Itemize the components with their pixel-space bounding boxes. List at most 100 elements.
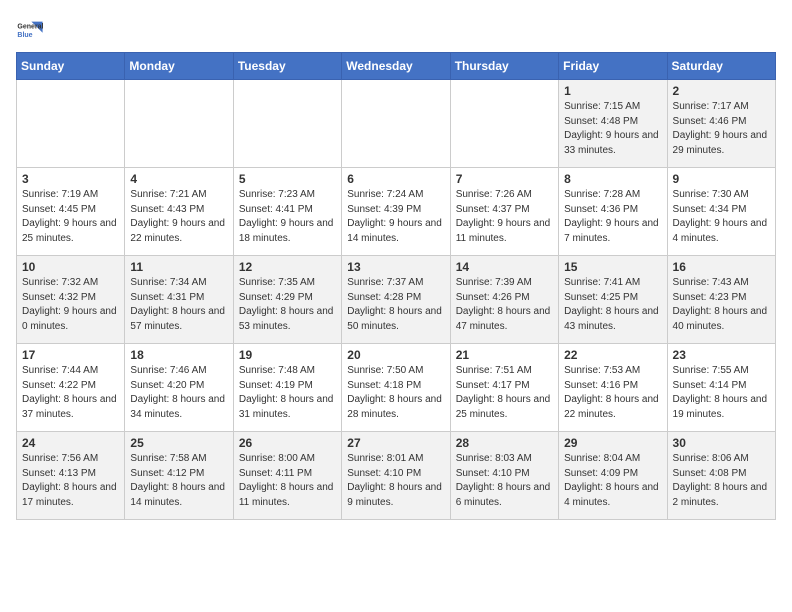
calendar-cell: 28 Sunrise: 8:03 AM Sunset: 4:10 PM Dayli…: [450, 432, 558, 520]
day-number: 24: [22, 436, 119, 450]
day-number: 3: [22, 172, 119, 186]
day-number: 18: [130, 348, 227, 362]
day-info: Sunrise: 8:03 AM Sunset: 4:10 PM Dayligh…: [456, 452, 553, 510]
day-number: 6: [347, 172, 444, 186]
calendar-cell: 21 Sunrise: 7:51 AM Sunset: 4:17 PM Dayli…: [450, 344, 558, 432]
day-info: Sunrise: 7:24 AM Sunset: 4:39 PM Dayligh…: [347, 188, 444, 246]
day-number: 30: [673, 436, 770, 450]
calendar-cell: 15 Sunrise: 7:41 AM Sunset: 4:25 PM Dayli…: [559, 256, 667, 344]
calendar-cell: 20 Sunrise: 7:50 AM Sunset: 4:18 PM Dayli…: [342, 344, 450, 432]
day-info: Sunrise: 7:21 AM Sunset: 4:43 PM Dayligh…: [130, 188, 227, 246]
day-info: Sunrise: 7:30 AM Sunset: 4:34 PM Dayligh…: [673, 188, 770, 246]
day-number: 15: [564, 260, 661, 274]
calendar-cell: 26 Sunrise: 8:00 AM Sunset: 4:11 PM Dayli…: [233, 432, 341, 520]
calendar-cell: 12 Sunrise: 7:35 AM Sunset: 4:29 PM Dayli…: [233, 256, 341, 344]
weekday-header: Thursday: [450, 53, 558, 80]
day-number: 26: [239, 436, 336, 450]
calendar-cell: 6 Sunrise: 7:24 AM Sunset: 4:39 PM Daylig…: [342, 168, 450, 256]
day-info: Sunrise: 7:50 AM Sunset: 4:18 PM Dayligh…: [347, 364, 444, 422]
calendar-cell: 7 Sunrise: 7:26 AM Sunset: 4:37 PM Daylig…: [450, 168, 558, 256]
day-info: Sunrise: 7:35 AM Sunset: 4:29 PM Dayligh…: [239, 276, 336, 334]
weekday-header: Saturday: [667, 53, 775, 80]
day-number: 5: [239, 172, 336, 186]
calendar-cell: 1Sunrise: 7:15 AM Sunset: 4:48 PM Daylig…: [559, 80, 667, 168]
calendar-cell: [450, 80, 558, 168]
day-info: Sunrise: 7:55 AM Sunset: 4:14 PM Dayligh…: [673, 364, 770, 422]
calendar-cell: 9Sunrise: 7:30 AM Sunset: 4:34 PM Daylig…: [667, 168, 775, 256]
day-info: Sunrise: 8:00 AM Sunset: 4:11 PM Dayligh…: [239, 452, 336, 510]
day-number: 22: [564, 348, 661, 362]
calendar-cell: 14 Sunrise: 7:39 AM Sunset: 4:26 PM Dayli…: [450, 256, 558, 344]
day-info: Sunrise: 8:04 AM Sunset: 4:09 PM Dayligh…: [564, 452, 661, 510]
day-info: Sunrise: 7:32 AM Sunset: 4:32 PM Dayligh…: [22, 276, 119, 334]
weekday-header: Wednesday: [342, 53, 450, 80]
calendar-cell: 11 Sunrise: 7:34 AM Sunset: 4:31 PM Dayli…: [125, 256, 233, 344]
day-number: 12: [239, 260, 336, 274]
calendar-cell: 18 Sunrise: 7:46 AM Sunset: 4:20 PM Dayli…: [125, 344, 233, 432]
day-number: 7: [456, 172, 553, 186]
day-number: 25: [130, 436, 227, 450]
calendar-cell: 10 Sunrise: 7:32 AM Sunset: 4:32 PM Dayli…: [17, 256, 125, 344]
day-info: Sunrise: 7:58 AM Sunset: 4:12 PM Dayligh…: [130, 452, 227, 510]
day-number: 8: [564, 172, 661, 186]
calendar-cell: 17 Sunrise: 7:44 AM Sunset: 4:22 PM Dayli…: [17, 344, 125, 432]
logo-icon: General Blue: [16, 16, 44, 44]
day-number: 10: [22, 260, 119, 274]
day-info: Sunrise: 7:44 AM Sunset: 4:22 PM Dayligh…: [22, 364, 119, 422]
weekday-header: Tuesday: [233, 53, 341, 80]
calendar-header: SundayMondayTuesdayWednesdayThursdayFrid…: [17, 53, 776, 80]
calendar-cell: [17, 80, 125, 168]
day-number: 17: [22, 348, 119, 362]
calendar-cell: [233, 80, 341, 168]
day-info: Sunrise: 7:51 AM Sunset: 4:17 PM Dayligh…: [456, 364, 553, 422]
weekday-header: Sunday: [17, 53, 125, 80]
calendar-cell: 22 Sunrise: 7:53 AM Sunset: 4:16 PM Dayli…: [559, 344, 667, 432]
svg-text:Blue: Blue: [17, 32, 32, 39]
day-number: 14: [456, 260, 553, 274]
day-info: Sunrise: 8:01 AM Sunset: 4:10 PM Dayligh…: [347, 452, 444, 510]
calendar-cell: 2Sunrise: 7:17 AM Sunset: 4:46 PM Daylig…: [667, 80, 775, 168]
day-info: Sunrise: 7:28 AM Sunset: 4:36 PM Dayligh…: [564, 188, 661, 246]
page-header: General Blue: [16, 16, 776, 44]
calendar-cell: 25 Sunrise: 7:58 AM Sunset: 4:12 PM Dayli…: [125, 432, 233, 520]
calendar-cell: 30 Sunrise: 8:06 AM Sunset: 4:08 PM Dayli…: [667, 432, 775, 520]
day-info: Sunrise: 7:26 AM Sunset: 4:37 PM Dayligh…: [456, 188, 553, 246]
day-info: Sunrise: 8:06 AM Sunset: 4:08 PM Dayligh…: [673, 452, 770, 510]
day-number: 4: [130, 172, 227, 186]
day-number: 16: [673, 260, 770, 274]
day-number: 27: [347, 436, 444, 450]
day-number: 20: [347, 348, 444, 362]
day-number: 23: [673, 348, 770, 362]
day-info: Sunrise: 7:41 AM Sunset: 4:25 PM Dayligh…: [564, 276, 661, 334]
day-number: 13: [347, 260, 444, 274]
day-info: Sunrise: 7:48 AM Sunset: 4:19 PM Dayligh…: [239, 364, 336, 422]
day-number: 21: [456, 348, 553, 362]
day-info: Sunrise: 7:39 AM Sunset: 4:26 PM Dayligh…: [456, 276, 553, 334]
calendar-cell: 29 Sunrise: 8:04 AM Sunset: 4:09 PM Dayli…: [559, 432, 667, 520]
day-info: Sunrise: 7:37 AM Sunset: 4:28 PM Dayligh…: [347, 276, 444, 334]
weekday-header: Monday: [125, 53, 233, 80]
day-number: 11: [130, 260, 227, 274]
day-info: Sunrise: 7:43 AM Sunset: 4:23 PM Dayligh…: [673, 276, 770, 334]
day-info: Sunrise: 7:34 AM Sunset: 4:31 PM Dayligh…: [130, 276, 227, 334]
calendar-cell: 4 Sunrise: 7:21 AM Sunset: 4:43 PM Daylig…: [125, 168, 233, 256]
calendar-cell: 24Sunrise: 7:56 AM Sunset: 4:13 PM Dayli…: [17, 432, 125, 520]
day-number: 19: [239, 348, 336, 362]
calendar-cell: [125, 80, 233, 168]
day-info: Sunrise: 7:53 AM Sunset: 4:16 PM Dayligh…: [564, 364, 661, 422]
calendar-cell: [342, 80, 450, 168]
day-number: 29: [564, 436, 661, 450]
day-info: Sunrise: 7:15 AM Sunset: 4:48 PM Dayligh…: [564, 100, 661, 158]
calendar-cell: 23 Sunrise: 7:55 AM Sunset: 4:14 PM Dayli…: [667, 344, 775, 432]
day-info: Sunrise: 7:19 AM Sunset: 4:45 PM Dayligh…: [22, 188, 119, 246]
svg-text:General: General: [17, 24, 43, 31]
day-number: 28: [456, 436, 553, 450]
calendar-cell: 27 Sunrise: 8:01 AM Sunset: 4:10 PM Dayli…: [342, 432, 450, 520]
day-info: Sunrise: 7:17 AM Sunset: 4:46 PM Dayligh…: [673, 100, 770, 158]
day-info: Sunrise: 7:46 AM Sunset: 4:20 PM Dayligh…: [130, 364, 227, 422]
calendar-cell: 13 Sunrise: 7:37 AM Sunset: 4:28 PM Dayli…: [342, 256, 450, 344]
weekday-header: Friday: [559, 53, 667, 80]
calendar-cell: 3 Sunrise: 7:19 AM Sunset: 4:45 PM Daylig…: [17, 168, 125, 256]
day-info: Sunrise: 7:23 AM Sunset: 4:41 PM Dayligh…: [239, 188, 336, 246]
logo: General Blue: [16, 16, 44, 44]
